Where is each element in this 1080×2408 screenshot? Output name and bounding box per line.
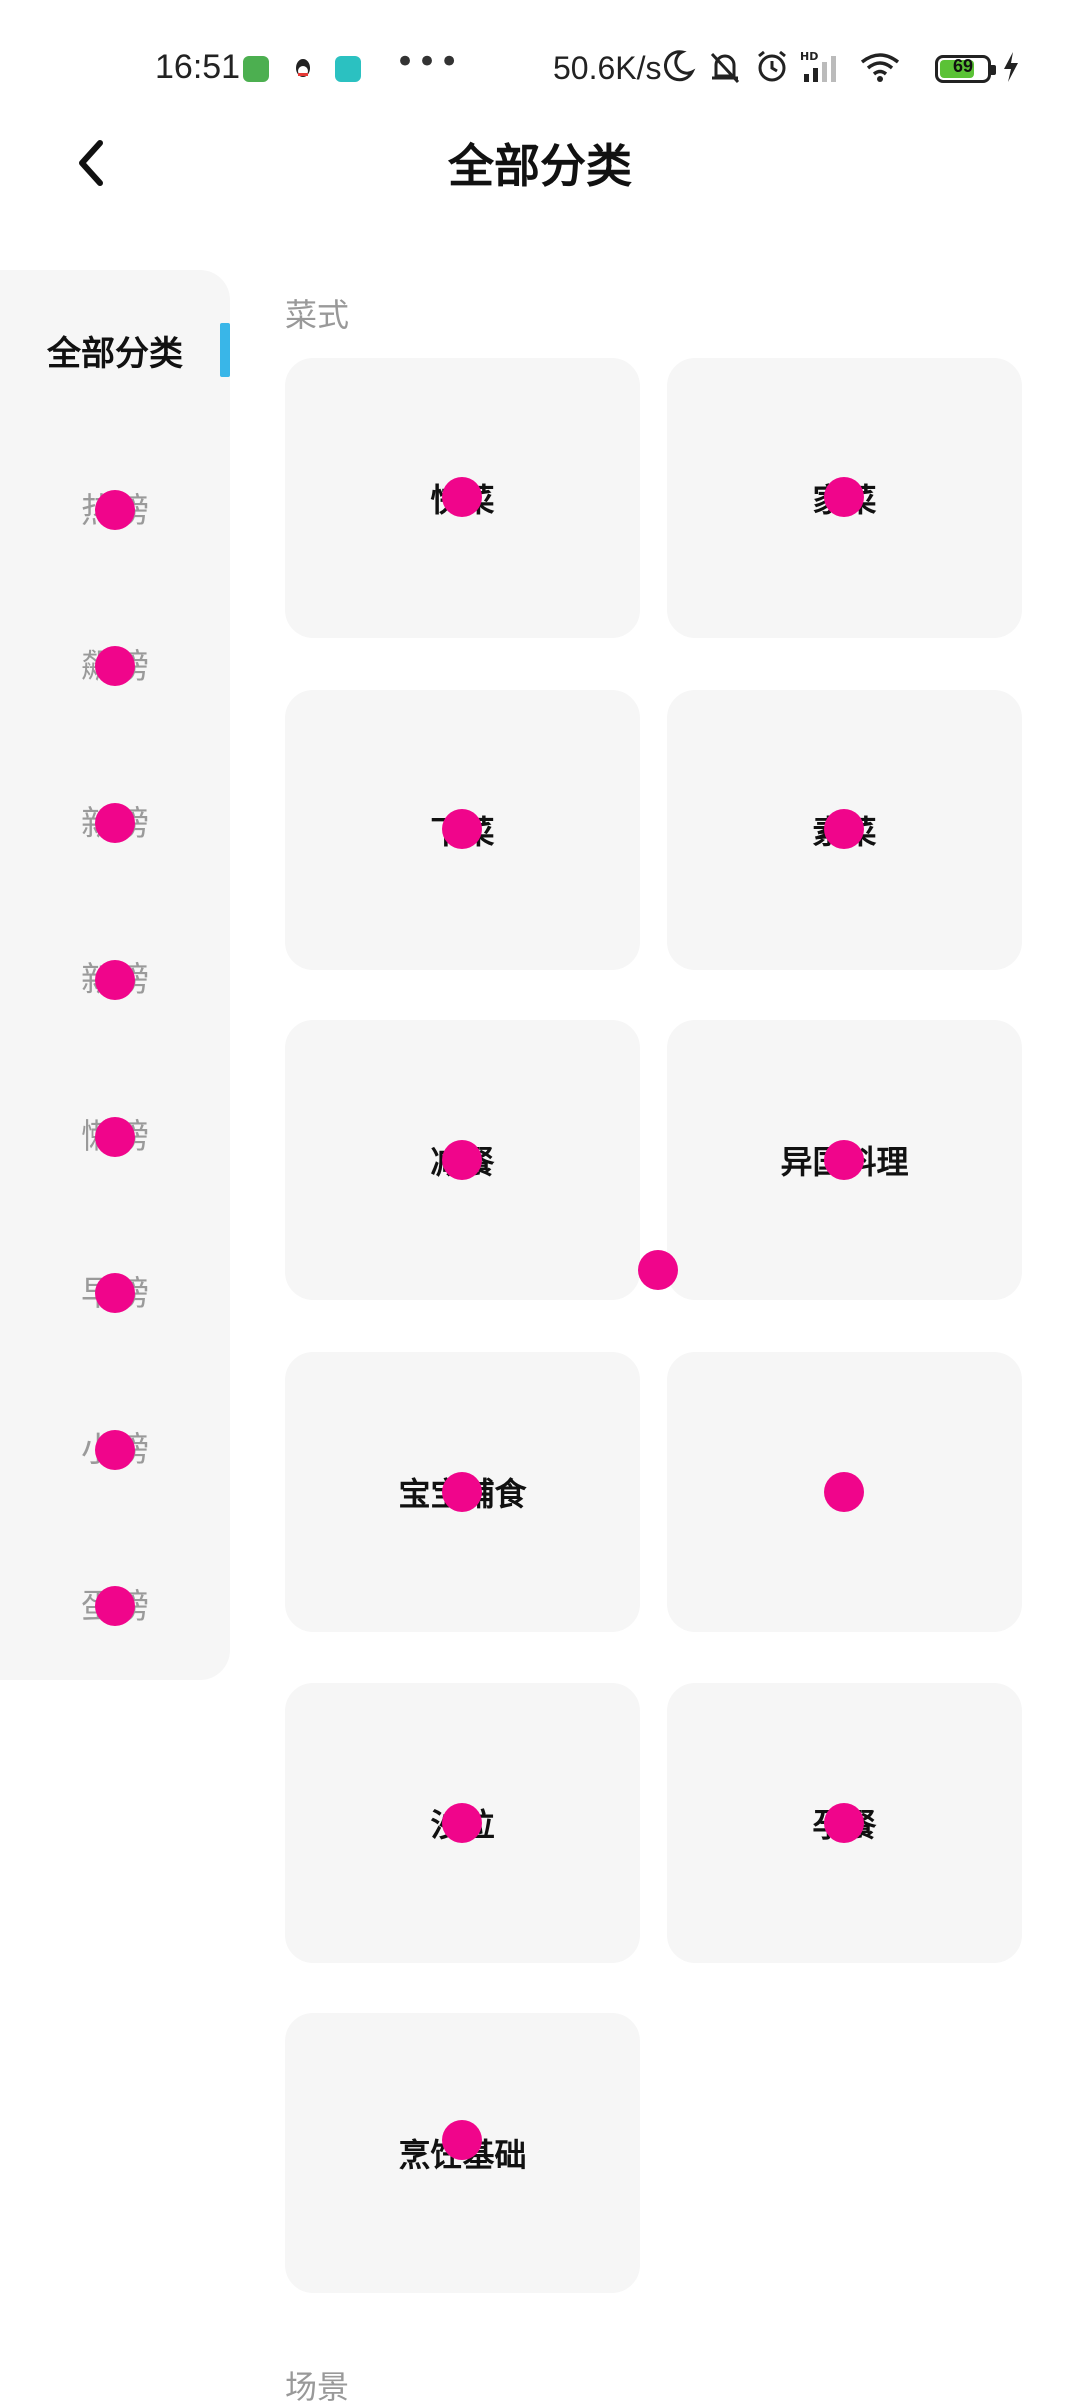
marker-dot	[95, 1586, 135, 1626]
sidebar-item-label: 全部分类	[47, 333, 183, 374]
wechat-icon	[335, 56, 361, 82]
marker-dot	[824, 1140, 864, 1180]
qq-icon	[290, 56, 316, 82]
marker-dot	[824, 809, 864, 849]
marker-dot	[824, 477, 864, 517]
battery-icon: 69	[935, 55, 996, 83]
marker-dot	[442, 1803, 482, 1843]
svg-text:HD: HD	[800, 50, 818, 63]
status-time: 16:51	[155, 48, 241, 86]
marker-dot	[95, 803, 135, 843]
charging-icon	[1000, 48, 1022, 90]
more-notifications-icon: •••	[395, 42, 462, 82]
marker-dot	[824, 1472, 864, 1512]
marker-dot	[638, 1250, 678, 1290]
status-bar: 16:51 ••• 50.6K/s HD 69	[0, 0, 1080, 140]
app-green-icon	[243, 56, 269, 82]
marker-dot	[442, 809, 482, 849]
page-title: 全部分类	[448, 139, 632, 193]
wifi-icon	[858, 48, 902, 90]
section-title-scenes: 场景	[285, 2368, 350, 2406]
network-speed: 50.6K/s	[553, 50, 662, 86]
active-indicator	[220, 323, 230, 377]
battery-level: 69	[952, 56, 974, 76]
marker-dot	[442, 1472, 482, 1512]
marker-dot	[442, 1140, 482, 1180]
marker-dot	[95, 646, 135, 686]
section-title-dishes: 菜式	[285, 296, 350, 334]
moon-icon	[660, 48, 696, 88]
marker-dot	[442, 2120, 482, 2160]
hd-signal-icon: HD	[800, 48, 846, 90]
marker-dot	[95, 960, 135, 1000]
marker-dot	[95, 490, 135, 530]
marker-dot	[824, 1803, 864, 1843]
marker-dot	[95, 1430, 135, 1470]
bell-off-icon	[706, 48, 744, 90]
marker-dot	[442, 477, 482, 517]
alarm-icon	[753, 48, 791, 90]
sidebar-item-all-categories[interactable]: 全部分类	[0, 310, 230, 390]
marker-dot	[95, 1117, 135, 1157]
marker-dot	[95, 1273, 135, 1313]
